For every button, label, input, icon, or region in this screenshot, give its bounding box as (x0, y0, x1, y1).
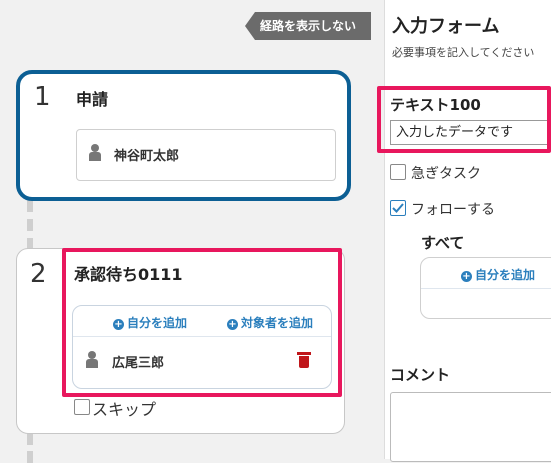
skip-label: スキップ (92, 400, 157, 419)
highlight-box (62, 248, 342, 397)
route-connector (27, 200, 33, 250)
urgent-checkbox[interactable] (390, 164, 406, 180)
form-title: 入力フォーム (392, 16, 500, 37)
divider (421, 288, 551, 289)
route-panel: 経路を表示しない 1 申請 神谷町太郎 2 承認待ち0111 + 自分を追加 + 対… (0, 0, 384, 463)
highlight-box (377, 86, 551, 153)
comment-textarea[interactable] (390, 392, 551, 462)
follow-label: フォローする (411, 202, 495, 218)
all-add-self-link[interactable]: + 自分を追加 (461, 266, 535, 283)
plus-icon: + (461, 271, 472, 282)
hide-route-button[interactable]: 経路を表示しない (245, 12, 371, 40)
form-panel (384, 0, 551, 459)
user-icon (89, 144, 101, 162)
step-number: 1 (34, 82, 51, 112)
follow-checkbox[interactable] (390, 200, 406, 216)
step-title: 申請 (76, 90, 109, 109)
skip-checkbox[interactable] (74, 399, 90, 415)
urgent-label: 急ぎタスク (411, 166, 481, 182)
comment-label: コメント (390, 366, 451, 384)
form-subtitle: 必要事項を記入してください (392, 46, 535, 59)
checkmark-icon (392, 203, 404, 213)
assignee-name: 神谷町太郎 (114, 149, 180, 164)
step-number: 2 (30, 259, 47, 289)
all-label: すべて (421, 234, 465, 252)
